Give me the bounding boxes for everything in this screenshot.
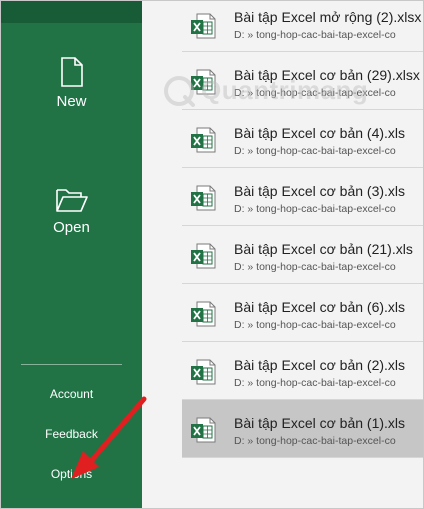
open-label: Open <box>53 219 90 236</box>
excel-file-icon <box>191 301 216 327</box>
recent-file-item[interactable]: Bài tập Excel cơ bản (2).xls D: » tong-ho… <box>182 342 423 400</box>
file-path: D: » tong-hop-cac-bai-tap-excel-co <box>234 87 396 99</box>
file-name: Bài tập Excel cơ bản (6).xls <box>234 299 406 315</box>
file-name: Bài tập Excel cơ bản (2).xls <box>234 357 406 373</box>
new-button[interactable]: New <box>1 57 142 110</box>
excel-file-icon <box>191 359 216 385</box>
file-name: Bài tập Excel cơ bản (4).xls <box>234 125 406 141</box>
file-path: D: » tong-hop-cac-bai-tap-excel-co <box>234 261 396 273</box>
file-name: Bài tập Excel cơ bản (1).xls <box>234 415 406 431</box>
backstage-sidebar: New Open Account Feedback Options <box>1 1 142 508</box>
file-path: D: » tong-hop-cac-bai-tap-excel-co <box>234 203 396 215</box>
recent-file-item[interactable]: Bài tập Excel cơ bản (3).xls D: » tong-ho… <box>182 168 423 226</box>
open-folder-icon <box>55 189 88 212</box>
file-path: D: » tong-hop-cac-bai-tap-excel-co <box>234 29 396 41</box>
file-path: D: » tong-hop-cac-bai-tap-excel-co <box>234 435 396 447</box>
file-name: Bài tập Excel cơ bản (29).xlsx <box>234 67 420 83</box>
backstage-window: New Open Account Feedback Options Bài tậ… <box>0 0 424 509</box>
recent-files-panel: Bài tập Excel mở rộng (2).xlsx D: » tong-… <box>142 1 423 508</box>
new-document-icon <box>60 57 83 87</box>
feedback-button[interactable]: Feedback <box>1 427 142 441</box>
recent-file-item[interactable]: Bài tập Excel cơ bản (29).xlsx D: » tong-… <box>182 52 423 110</box>
excel-file-icon <box>191 13 216 39</box>
recent-file-list: Bài tập Excel mở rộng (2).xlsx D: » tong-… <box>182 1 423 458</box>
recent-file-item[interactable]: Bài tập Excel cơ bản (1).xls D: » tong-ho… <box>182 400 423 458</box>
recent-file-item[interactable]: Bài tập Excel cơ bản (6).xls D: » tong-ho… <box>182 284 423 342</box>
file-name: Bài tập Excel cơ bản (3).xls <box>234 183 406 199</box>
file-name: Bài tập Excel mở rộng (2).xlsx <box>234 9 422 25</box>
options-button[interactable]: Options <box>1 467 142 481</box>
sidebar-divider <box>21 364 122 365</box>
new-label: New <box>56 93 87 110</box>
file-path: D: » tong-hop-cac-bai-tap-excel-co <box>234 319 396 331</box>
file-path: D: » tong-hop-cac-bai-tap-excel-co <box>234 377 396 389</box>
account-button[interactable]: Account <box>1 387 142 401</box>
recent-file-item[interactable]: Bài tập Excel cơ bản (4).xls D: » tong-ho… <box>182 110 423 168</box>
file-name: Bài tập Excel cơ bản (21).xls <box>234 241 413 257</box>
open-button[interactable]: Open <box>1 187 142 236</box>
excel-file-icon <box>191 185 216 211</box>
recent-file-item[interactable]: Bài tập Excel cơ bản (21).xls D: » tong-h… <box>182 226 423 284</box>
excel-file-icon <box>191 417 216 443</box>
recent-file-item[interactable]: Bài tập Excel mở rộng (2).xlsx D: » tong-… <box>182 1 423 52</box>
excel-file-icon <box>191 127 216 153</box>
excel-file-icon <box>191 243 216 269</box>
file-path: D: » tong-hop-cac-bai-tap-excel-co <box>234 145 396 157</box>
excel-file-icon <box>191 69 216 95</box>
sidebar-top-strip <box>1 1 142 23</box>
